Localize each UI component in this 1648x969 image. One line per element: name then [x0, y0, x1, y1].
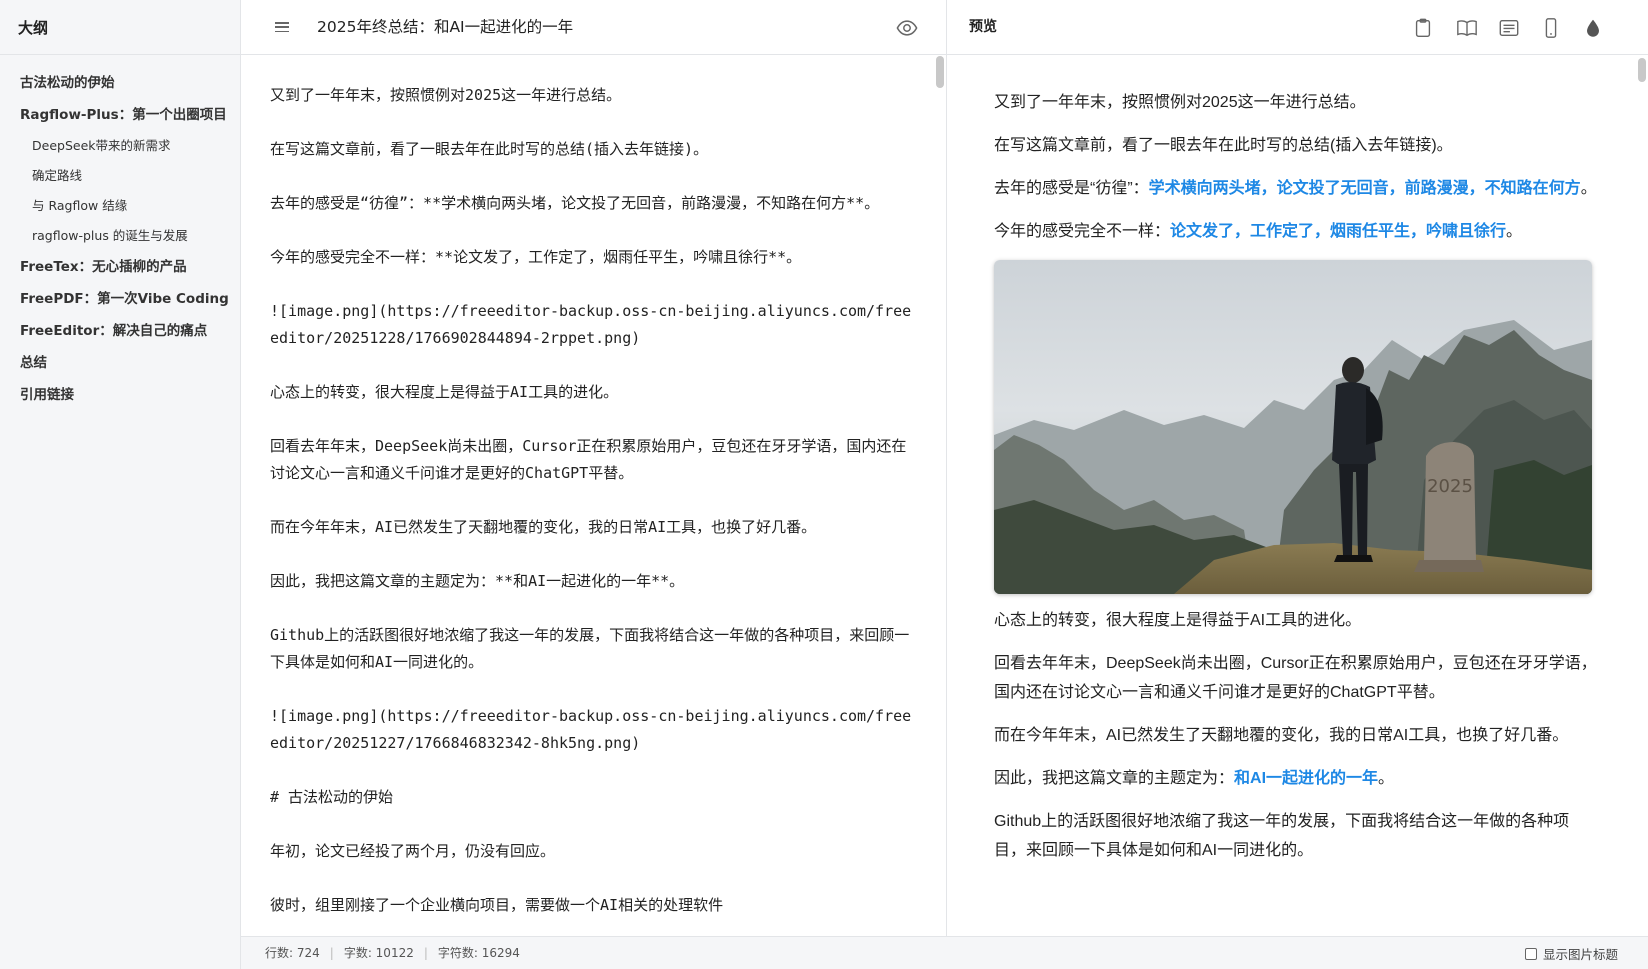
preview-paragraphs-bottom: 心态上的转变，很大程度上是得益于AI工具的进化。回看去年年末，DeepSeek尚…	[994, 606, 1598, 865]
preview-paragraph: 又到了一年年末，按照惯例对2025这一年进行总结。	[994, 88, 1598, 117]
caption-checkbox[interactable]	[1524, 947, 1537, 960]
menu-icon[interactable]	[275, 20, 289, 34]
outline-sidebar: 大纲 古法松动的伊始 Ragflow-Plus：第一个出圈项目 DeepSeek带来…	[0, 0, 241, 969]
outline-item[interactable]: 与 Ragflow 结缘	[0, 191, 240, 221]
mountain-photo: 2025	[994, 260, 1592, 594]
preview-paragraphs-top: 又到了一年年末，按照惯例对2025这一年进行总结。在写这篇文章前，看了一眼去年在…	[994, 88, 1598, 246]
theme-drop-icon[interactable]	[1582, 17, 1604, 39]
outline-item[interactable]: DeepSeek带来的新需求	[0, 131, 240, 161]
preview-paragraph: 去年的感受是“彷徨”：学术横向两头堵，论文投了无回音，前路漫漫，不知路在何方。	[994, 174, 1598, 203]
outline-item[interactable]: 古法松动的伊始	[0, 67, 240, 99]
editor-line: 因此，我把这篇文章的主题定为：**和AI一起进化的一年**。	[270, 572, 685, 590]
editor-scroll-thumb[interactable]	[936, 56, 944, 88]
markdown-editor[interactable]: 又到了一年年末，按照惯例对2025这一年进行总结。在写这篇文章前，看了一眼去年在…	[241, 56, 947, 936]
editor-header: 2025年终总结：和AI一起进化的一年	[241, 0, 946, 55]
outline-list: 古法松动的伊始 Ragflow-Plus：第一个出圈项目 DeepSeek带来的新需…	[0, 55, 240, 411]
preview-paragraph: 而在今年年末，AI已然发生了天翻地覆的变化，我的日常AI工具，也换了好几番。	[994, 721, 1598, 750]
caption-toggle-label: 显示图片标题	[1542, 947, 1618, 962]
highlighted-text: 论文发了，工作定了，烟雨任平生，吟啸且徐行	[1170, 223, 1507, 240]
editor-line: Github上的活跃图很好地浓缩了我这一年的发展，下面我将结合这一年做的各种项目…	[270, 626, 910, 671]
editor-line: ![image.png](https://freeeditor-backup.o…	[270, 302, 912, 347]
highlighted-text: 和AI一起进化的一年	[1234, 770, 1379, 787]
line-count: 行数: 724	[265, 946, 320, 960]
status-bar: 行数: 724 | 字数: 10122 | 字符数: 16294 显示图片标题	[241, 936, 1648, 969]
char-count: 字符数: 16294	[437, 946, 520, 960]
outline-item[interactable]: 确定路线	[0, 161, 240, 191]
preview-paragraph: 心态上的转变，很大程度上是得益于AI工具的进化。	[994, 606, 1598, 635]
editor-line: ![image.png](https://freeeditor-backup.o…	[270, 707, 912, 752]
paragraph-text: 而在今年年末，AI已然发生了天翻地覆的变化，我的日常AI工具，也换了好几番。	[994, 727, 1569, 744]
editor-line: 又到了一年年末，按照惯例对2025这一年进行总结。	[270, 86, 622, 104]
editor-line: # 古法松动的伊始	[270, 788, 394, 806]
outline-item[interactable]: FreeTex：无心插柳的产品	[0, 251, 240, 283]
preview-image[interactable]: 2025	[994, 260, 1592, 594]
paragraph-text: 心态上的转变，很大程度上是得益于AI工具的进化。	[994, 612, 1362, 629]
editor-line: 彼时，组里刚接了一个企业横向项目，需要做一个AI相关的处理软件	[270, 896, 724, 914]
markdown-preview: 又到了一年年末，按照惯例对2025这一年进行总结。在写这篇文章前，看了一眼去年在…	[947, 56, 1648, 936]
divider: |	[329, 946, 334, 960]
paragraph-text: 今年的感受完全不一样：	[994, 223, 1171, 240]
preview-paragraph: 因此，我把这篇文章的主题定为：和AI一起进化的一年。	[994, 764, 1598, 793]
word-count: 字数: 10122	[343, 946, 414, 960]
document-stats: 行数: 724 | 字数: 10122 | 字符数: 16294	[265, 937, 520, 969]
paragraph-text: 去年的感受是“彷徨”：	[994, 180, 1149, 197]
outline-item[interactable]: 引用链接	[0, 379, 240, 411]
editor-scrollbar[interactable]	[934, 56, 946, 936]
paragraph-text: 在写这篇文章前，看了一眼去年在此时写的总结(插入去年链接)。	[994, 137, 1453, 154]
preview-paragraph: Github上的活跃图很好地浓缩了我这一年的发展，下面我将结合这一年做的各种项目…	[994, 807, 1598, 865]
outline-item[interactable]: Ragflow-Plus：第一个出圈项目	[0, 99, 240, 131]
paragraph-text: 因此，我把这篇文章的主题定为：	[994, 770, 1235, 787]
preview-scroll-thumb[interactable]	[1638, 58, 1646, 82]
paragraph-tail: 。	[1378, 770, 1395, 787]
paragraph-tail: 。	[1580, 180, 1597, 197]
highlighted-text: 学术横向两头堵，论文投了无回音，前路漫漫，不知路在何方	[1148, 180, 1581, 197]
article-icon[interactable]	[1498, 17, 1520, 39]
paragraph-text: Github上的活跃图很好地浓缩了我这一年的发展，下面我将结合这一年做的各种项目…	[994, 813, 1570, 859]
preview-paragraph: 在写这篇文章前，看了一眼去年在此时写的总结(插入去年链接)。	[994, 131, 1598, 160]
paragraph-tail: 。	[1506, 223, 1523, 240]
preview-header: 预览	[947, 0, 1648, 55]
outline-item[interactable]: 总结	[0, 347, 240, 379]
outline-item[interactable]: ragflow-plus 的诞生与发展	[0, 221, 240, 251]
mobile-icon[interactable]	[1540, 17, 1562, 39]
divider: |	[423, 946, 428, 960]
clipboard-icon[interactable]	[1412, 17, 1434, 39]
paragraph-text: 回看去年年末，DeepSeek尚未出圈，Cursor正在积累原始用户，豆包还在牙…	[994, 655, 1597, 701]
outline-item[interactable]: FreePDF：第一次Vibe Coding	[0, 283, 240, 315]
outline-title: 大纲	[0, 0, 240, 55]
stone-engraving: 2025	[1427, 476, 1473, 497]
editor-pane: 2025年终总结：和AI一起进化的一年 又到了一年年末，按照惯例对2025这一年…	[241, 0, 947, 969]
preview-paragraph: 回看去年年末，DeepSeek尚未出圈，Cursor正在积累原始用户，豆包还在牙…	[994, 649, 1598, 707]
preview-scrollbar[interactable]	[1636, 56, 1648, 936]
editor-line: 而在今年年末，AI已然发生了天翻地覆的变化，我的日常AI工具，也换了好几番。	[270, 518, 817, 536]
outline-item[interactable]: FreeEditor：解决自己的痛点	[0, 315, 240, 347]
eye-icon[interactable]	[896, 17, 918, 39]
editor-line: 去年的感受是“彷徨”：**学术横向两头堵，论文投了无回音，前路漫漫，不知路在何方…	[270, 194, 880, 212]
document-title[interactable]: 2025年终总结：和AI一起进化的一年	[317, 0, 573, 55]
preview-pane: 预览 又到了一年年末，按照惯例对2025这一年进行总结。在写这篇文章前，看了一眼…	[947, 0, 1648, 969]
editor-line: 回看去年年末，DeepSeek尚未出圈，Cursor正在积累原始用户，豆包还在牙…	[270, 437, 907, 482]
show-image-caption-toggle[interactable]: 显示图片标题	[1524, 937, 1618, 969]
editor-line: 在写这篇文章前，看了一眼去年在此时写的总结(插入去年链接)。	[270, 140, 709, 158]
editor-line: 心态上的转变，很大程度上是得益于AI工具的进化。	[270, 383, 619, 401]
editor-line: 今年的感受完全不一样：**论文发了，工作定了，烟雨任平生，吟啸且徐行**。	[270, 248, 802, 266]
paragraph-text: 又到了一年年末，按照惯例对2025这一年进行总结。	[994, 94, 1366, 111]
book-icon[interactable]	[1456, 17, 1478, 39]
editor-line: 年初，论文已经投了两个月，仍没有回应。	[270, 842, 556, 860]
preview-paragraph: 今年的感受完全不一样：论文发了，工作定了，烟雨任平生，吟啸且徐行。	[994, 217, 1598, 246]
preview-title: 预览	[969, 19, 997, 35]
